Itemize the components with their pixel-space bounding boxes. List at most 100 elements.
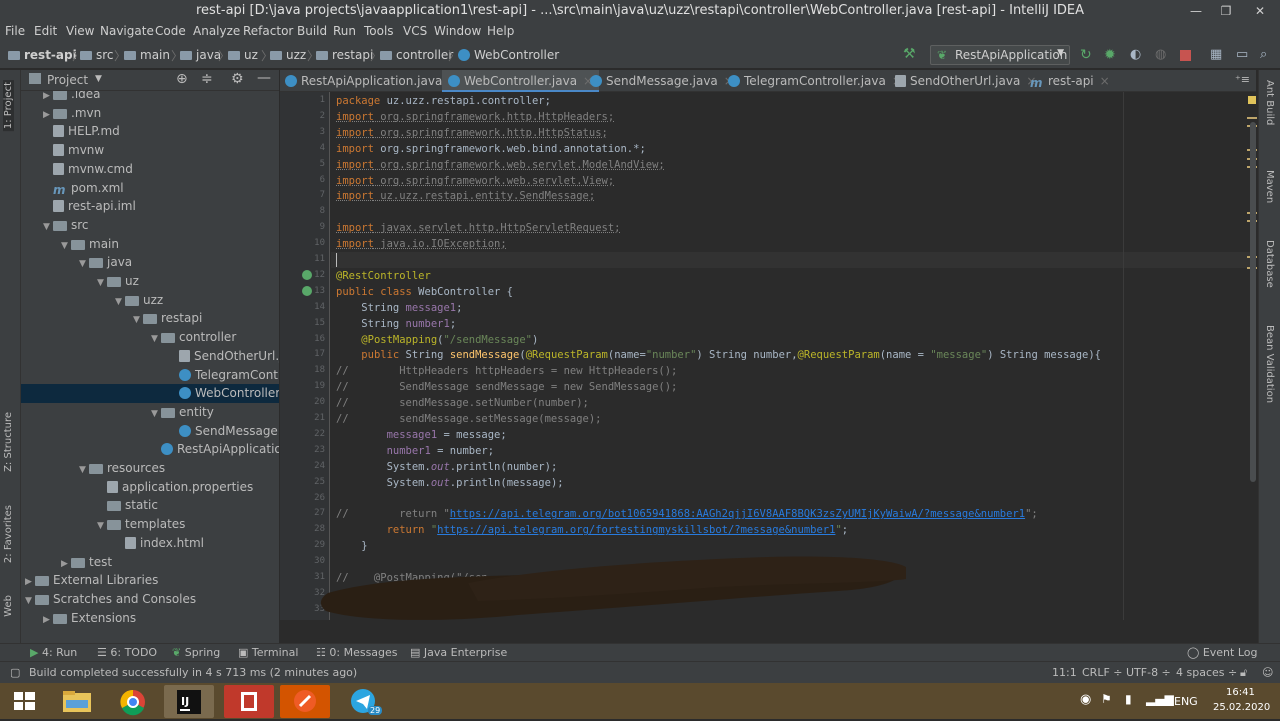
code-line[interactable]: // SendMessage sendMessage = new SendMes… [336, 379, 677, 395]
tool-tab-spring[interactable]: ❦ Spring [172, 646, 220, 659]
code-line[interactable]: public class WebController { [336, 284, 513, 300]
code-line[interactable]: import org.springframework.web.servlet.V… [336, 173, 614, 189]
code-line[interactable]: package uz.uzz.restapi.controller; [336, 93, 551, 109]
profile-icon[interactable]: ◍ [1155, 47, 1171, 63]
tool-tab-messages[interactable]: ☷ 0: Messages [316, 646, 398, 659]
clock-date[interactable]: 25.02.2020 [1213, 702, 1270, 713]
menu-navigate[interactable]: Navigate [100, 24, 154, 38]
code-line[interactable]: // return "https://api.telegram.org/bot1… [336, 506, 1038, 522]
menu-edit[interactable]: Edit [34, 24, 57, 38]
code-line[interactable]: import org.springframework.web.servlet.M… [336, 157, 665, 173]
status-message[interactable]: Build completed successfully in 4 s 713 … [29, 666, 357, 679]
code-line[interactable]: System.out.println(number); [336, 459, 558, 475]
code-line[interactable]: String message1; [336, 300, 462, 316]
run-configuration-select[interactable]: ❦ RestApiApplication ▼ [930, 45, 1070, 65]
menu-window[interactable]: Window [434, 24, 481, 38]
project-tree-item[interactable]: ▼ controller [21, 328, 279, 347]
tool-tab-bean-validation[interactable]: Bean Validation [1264, 325, 1275, 403]
inspector-icon[interactable]: ☺︎ [1262, 666, 1273, 679]
project-tree-item[interactable]: HELP.md [21, 122, 279, 141]
tool-tab-web[interactable]: Web [3, 595, 14, 617]
project-tree-item[interactable]: ▶ External Libraries [21, 571, 279, 590]
breadcrumb-item[interactable]: java [180, 48, 221, 62]
breadcrumb-item[interactable]: src [80, 48, 114, 62]
tab-list-icon[interactable]: ⁺≡ [1235, 73, 1250, 86]
code-line[interactable]: number1 = number; [336, 443, 494, 459]
tool-tab-run[interactable]: ▶ 4: Run [30, 646, 77, 659]
menu-help[interactable]: Help [487, 24, 514, 38]
project-tree-item[interactable]: ▶ .mvn [21, 104, 279, 123]
file-encoding[interactable]: UTF-8 ÷ [1126, 666, 1171, 679]
breadcrumb-item[interactable]: main [124, 48, 170, 62]
code-line[interactable]: @PostMapping("/sendMessage") [336, 332, 538, 348]
layout-icon[interactable]: ▭ [1236, 47, 1252, 63]
project-panel-title[interactable]: Project [47, 73, 88, 87]
breadcrumb-item[interactable]: restapi [316, 48, 373, 62]
code-line[interactable]: import java.io.IOException; [336, 236, 507, 252]
security-icon[interactable]: ⚑ [1101, 692, 1112, 706]
code-line[interactable]: return "https://api.telegram.org/fortest… [336, 522, 849, 538]
code-line[interactable]: import javax.servlet.http.HttpServletReq… [336, 220, 620, 236]
code-line[interactable]: // sendMessage.setMessage(message); [336, 411, 602, 427]
maximize-button[interactable]: ❐ [1210, 0, 1242, 22]
project-tree-item[interactable]: ▼ java [21, 253, 279, 272]
collapsed-arrow-icon[interactable]: ▶ [43, 611, 53, 630]
warning-icon[interactable] [1248, 96, 1256, 104]
tool-tab-todo[interactable]: ☰ 6: TODO [97, 646, 157, 659]
project-tree-item[interactable]: ▼ uzz [21, 291, 279, 310]
code-line[interactable]: message1 = message; [336, 427, 507, 443]
code-line[interactable]: import org.springframework.http.HttpHead… [336, 109, 614, 125]
breadcrumb-item[interactable]: uz [228, 48, 258, 62]
project-tree-item[interactable]: ▼ templates [21, 515, 279, 534]
breadcrumb-item[interactable]: controller [380, 48, 453, 62]
project-tree-item[interactable]: ▼ main [21, 235, 279, 254]
editor-scrollbar[interactable] [1250, 122, 1256, 482]
menu-run[interactable]: Run [333, 24, 356, 38]
postman-app[interactable] [280, 685, 330, 718]
code-line[interactable]: String number1; [336, 316, 456, 332]
chevron-down-icon[interactable]: ▼ [95, 74, 102, 84]
breadcrumb-item[interactable]: uzz [270, 48, 306, 62]
menu-refactor[interactable]: Refactor [243, 24, 293, 38]
tab-sendotherurl[interactable]: SendOtherUrl.java × [895, 70, 1036, 92]
project-tree-item[interactable]: TelegramController [21, 366, 279, 385]
breadcrumb-item[interactable]: rest-api [8, 48, 77, 62]
status-toggle-icon[interactable]: ▢ [10, 666, 20, 679]
project-tree-item[interactable]: ▼ restapi [21, 309, 279, 328]
network-globe-icon[interactable]: ◉ [1080, 692, 1091, 707]
tool-tab-terminal[interactable]: ▣ Terminal [238, 646, 298, 659]
chrome-app[interactable] [108, 685, 158, 718]
office-app[interactable] [224, 685, 274, 718]
tab-restapiapplication[interactable]: RestApiApplication.java× [285, 70, 458, 92]
menu-build[interactable]: Build [297, 24, 327, 38]
code-line[interactable]: public String sendMessage(@RequestParam(… [336, 347, 1101, 363]
collapse-icon[interactable]: ≑ [201, 71, 213, 87]
project-tree-item[interactable]: ▼ Scratches and Consoles [21, 590, 279, 609]
gear-icon[interactable]: ⚙ [231, 71, 244, 87]
menu-analyze[interactable]: Analyze [193, 24, 240, 38]
language-indicator[interactable]: ENG [1174, 695, 1198, 708]
locate-icon[interactable]: ⊕ [176, 71, 188, 87]
tab-rest-api[interactable]: m rest-api × [1030, 70, 1110, 92]
tool-tab-java-enterprise[interactable]: ▤ Java Enterprise [410, 646, 507, 659]
code-line[interactable]: @RestController [336, 268, 431, 284]
project-tree-item[interactable]: ▼ entity [21, 403, 279, 422]
project-tree-item[interactable]: static [21, 496, 279, 515]
project-tree-item[interactable]: index.html [21, 534, 279, 553]
signal-icon[interactable]: ▂▄▆ [1146, 692, 1174, 706]
stop-icon[interactable] [1180, 50, 1191, 61]
rerun-icon[interactable]: ↻ [1080, 47, 1096, 63]
menu-tools[interactable]: Tools [364, 24, 394, 38]
project-structure-icon[interactable]: ▦ [1210, 47, 1226, 63]
tool-tab-maven[interactable]: Maven [1264, 170, 1275, 203]
project-tree-item[interactable]: ▼ src [21, 216, 279, 235]
tool-tab-project[interactable]: 1: Project [3, 80, 14, 132]
code-line[interactable]: import uz.uzz.restapi.entity.SendMessage… [336, 188, 595, 204]
close-icon[interactable]: × [1100, 74, 1110, 88]
telegram-app[interactable]: 29 [338, 685, 388, 718]
battery-icon[interactable]: ▮ [1125, 692, 1132, 706]
code-line[interactable]: // sendMessage.setNumber(number); [336, 395, 589, 411]
project-tree-item[interactable]: application.properties [21, 478, 279, 497]
code-line[interactable]: } [336, 538, 367, 554]
tab-telegramcontroller[interactable]: TelegramController.java× [728, 70, 902, 92]
